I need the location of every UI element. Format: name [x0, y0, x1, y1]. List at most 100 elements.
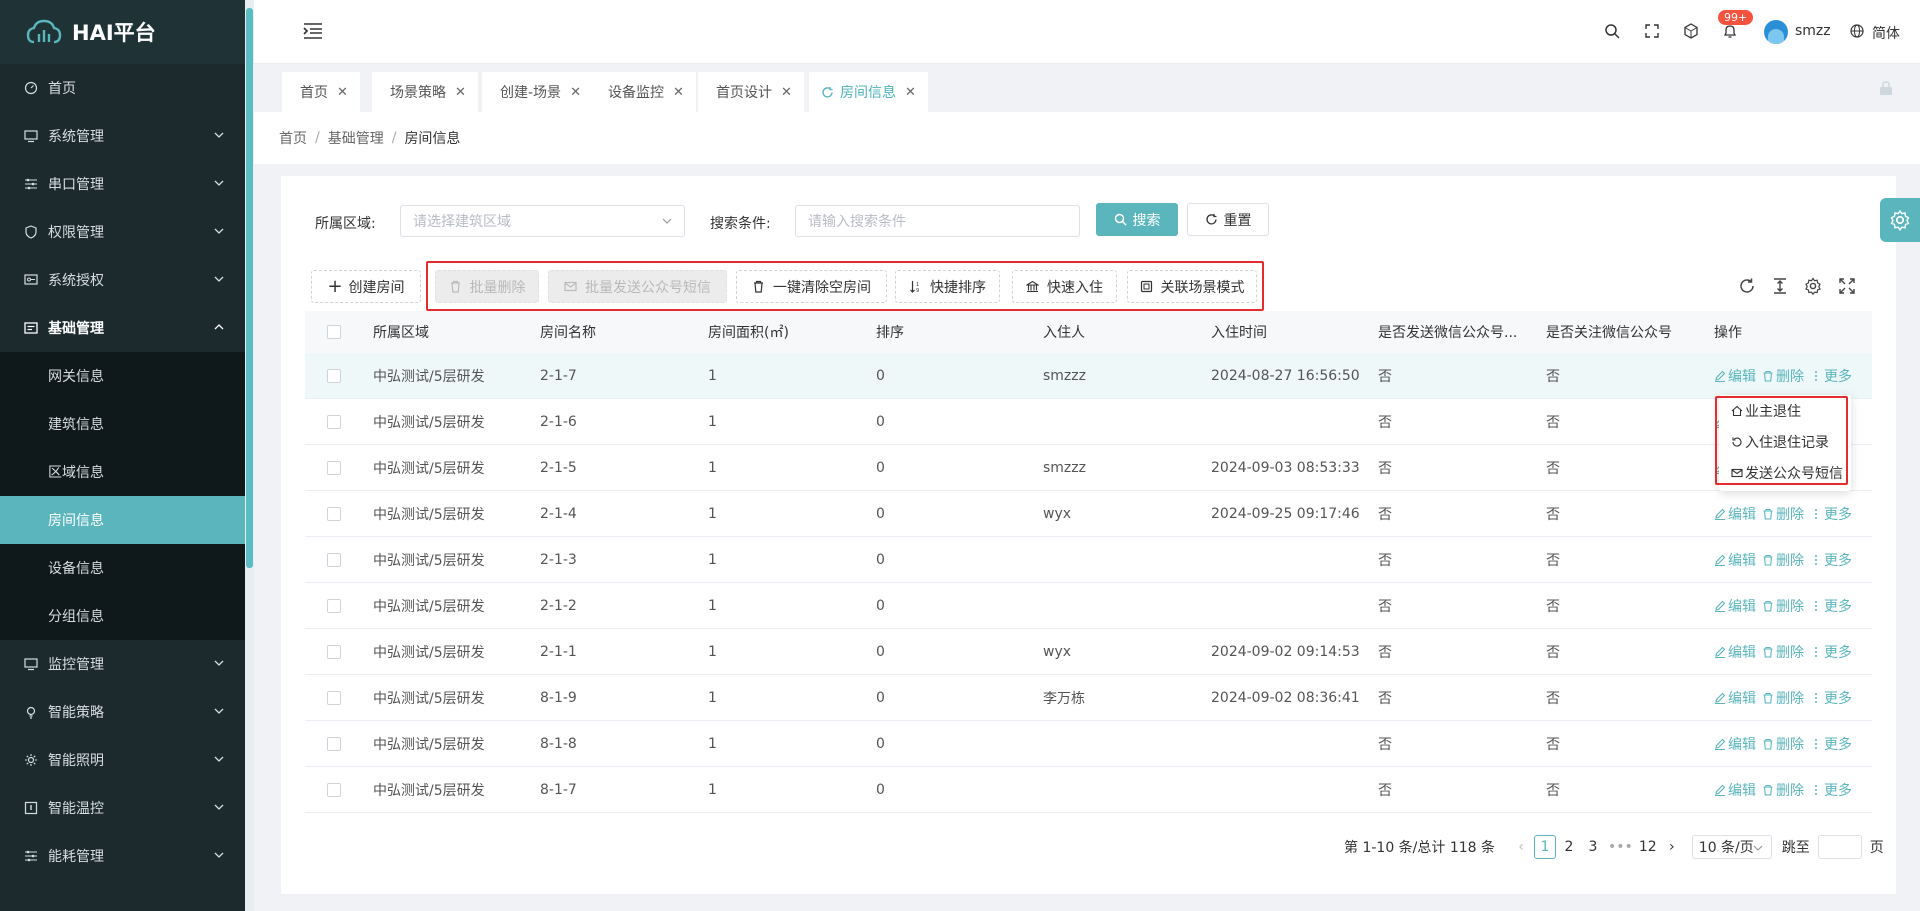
delete-link[interactable]: 删除: [1762, 550, 1804, 570]
breadcrumb-home[interactable]: 首页: [279, 128, 307, 148]
page-ellipsis[interactable]: •••: [1606, 835, 1635, 859]
table-row[interactable]: 中弘测试/5层研发2-1-610否否 编辑 删除 更多: [305, 399, 1872, 445]
table-row[interactable]: 中弘测试/5层研发 2-1-4 1 0 wyx 2024-09-25 09:17:46 否 否…: [305, 491, 1872, 537]
edit-link[interactable]: 编辑: [1714, 642, 1756, 662]
menu-toggle-icon[interactable]: [303, 22, 323, 40]
table-row[interactable]: 中弘测试/5层研发 2-1-1 1 0 wyx 2024-09-02 09:14:53 否 否…: [305, 629, 1872, 675]
sidebar-item-0[interactable]: 首页: [0, 64, 245, 112]
next-page-button[interactable]: ›: [1661, 835, 1683, 859]
tab-create-scene[interactable]: 创建-场景 ✕: [482, 72, 593, 112]
more-link[interactable]: 更多: [1810, 366, 1852, 386]
delete-link[interactable]: 删除: [1762, 688, 1804, 708]
quick-sort-button[interactable]: 19 快捷排序: [895, 270, 1000, 303]
scrollbar-thumb[interactable]: [246, 8, 253, 568]
cube-icon[interactable]: [1683, 23, 1699, 39]
table-row[interactable]: 中弘测试/5层研发 8-1-8 1 0 否 否 编辑 删除 更多: [305, 721, 1872, 767]
clear-empty-rooms-button[interactable]: 一键清除空房间: [736, 270, 887, 303]
reload-icon[interactable]: [1738, 277, 1756, 295]
quick-checkin-button[interactable]: 快速入住: [1012, 270, 1117, 303]
more-link[interactable]: 更多: [1810, 734, 1852, 754]
create-room-button[interactable]: + 创建房间: [311, 270, 421, 303]
row-checkbox[interactable]: [327, 690, 341, 705]
edit-link[interactable]: 编辑: [1714, 596, 1756, 616]
refresh-icon[interactable]: [821, 86, 834, 99]
tab-home[interactable]: 首页 ✕: [282, 72, 360, 112]
edit-link[interactable]: 编辑: [1714, 688, 1756, 708]
area-select[interactable]: 请选择建筑区域: [400, 205, 685, 237]
username[interactable]: smzz: [1795, 23, 1831, 39]
lock-icon[interactable]: [1878, 80, 1894, 96]
edit-link[interactable]: 编辑: [1714, 734, 1756, 754]
row-checkbox[interactable]: [327, 736, 341, 751]
sidebar-item-4[interactable]: 能耗管理: [0, 832, 245, 880]
delete-link[interactable]: 删除: [1762, 734, 1804, 754]
delete-link[interactable]: 删除: [1762, 504, 1804, 524]
sidebar-item-5[interactable]: 基础管理: [0, 304, 245, 352]
close-icon[interactable]: ✕: [905, 85, 916, 100]
submenu-item-5[interactable]: 分组信息: [0, 592, 245, 640]
row-checkbox[interactable]: [327, 368, 341, 383]
search-input[interactable]: 请输入搜索条件: [795, 205, 1080, 237]
close-icon[interactable]: ✕: [570, 85, 581, 100]
table-row[interactable]: 中弘测试/5层研发 8-1-9 1 0 李万栋 2024-09-02 08:36:41 否 否…: [305, 675, 1872, 721]
submenu-item-2[interactable]: 区域信息: [0, 448, 245, 496]
row-checkbox[interactable]: [327, 598, 341, 613]
tab-scene-strategy[interactable]: 场景策略 ✕: [372, 72, 478, 112]
bell-icon[interactable]: [1722, 23, 1738, 39]
submenu-item-4[interactable]: 设备信息: [0, 544, 245, 592]
row-checkbox[interactable]: [327, 782, 341, 797]
more-link[interactable]: 更多: [1810, 642, 1852, 662]
sidebar-item-2[interactable]: 智能照明: [0, 736, 245, 784]
row-checkbox[interactable]: [327, 414, 341, 429]
close-icon[interactable]: ✕: [673, 85, 684, 100]
table-row[interactable]: 中弘测试/5层研发 2-1-2 1 0 否 否 编辑 删除 更多: [305, 583, 1872, 629]
tab-device-monitor[interactable]: 设备监控 ✕: [590, 72, 696, 112]
sidebar-item-1[interactable]: 智能策略: [0, 688, 245, 736]
sidebar-item-3[interactable]: 权限管理: [0, 208, 245, 256]
close-icon[interactable]: ✕: [781, 85, 792, 100]
page-3[interactable]: 3: [1582, 835, 1604, 859]
edit-link[interactable]: 编辑: [1714, 504, 1756, 524]
page-2[interactable]: 2: [1558, 835, 1580, 859]
jump-page-input[interactable]: [1817, 835, 1862, 859]
edit-link[interactable]: 编辑: [1714, 366, 1756, 386]
row-checkbox[interactable]: [327, 644, 341, 659]
breadcrumb-basic[interactable]: 基础管理: [328, 128, 384, 148]
row-checkbox[interactable]: [327, 460, 341, 475]
page-1[interactable]: 1: [1534, 835, 1557, 859]
row-checkbox[interactable]: [327, 506, 341, 521]
globe-icon[interactable]: [1850, 24, 1864, 38]
search-button[interactable]: 搜索: [1096, 203, 1178, 236]
delete-link[interactable]: 删除: [1762, 366, 1804, 386]
sidebar-item-1[interactable]: 系统管理: [0, 112, 245, 160]
theme-settings-button[interactable]: [1880, 198, 1920, 242]
close-icon[interactable]: ✕: [337, 85, 348, 100]
submenu-item-3[interactable]: 房间信息: [0, 496, 245, 544]
more-link[interactable]: 更多: [1810, 596, 1852, 616]
link-scene-button[interactable]: 关联场景模式: [1127, 270, 1257, 303]
tab-home-design[interactable]: 首页设计 ✕: [698, 72, 804, 112]
table-row[interactable]: 中弘测试/5层研发 2-1-5 1 0 smzzz 2024-09-03 08:53:33…: [305, 445, 1872, 491]
table-row[interactable]: 中弘测试/5层研发 2-1-7 1 0 smzzz 2024-08-27 16:56:50…: [305, 353, 1872, 399]
sidebar-item-4[interactable]: 系统授权: [0, 256, 245, 304]
more-link[interactable]: 更多: [1810, 550, 1852, 570]
delete-link[interactable]: 删除: [1762, 642, 1804, 662]
submenu-item-0[interactable]: 网关信息: [0, 352, 245, 400]
column-height-icon[interactable]: [1771, 277, 1789, 295]
expand-icon[interactable]: [1838, 277, 1856, 295]
tab-room-info[interactable]: 房间信息 ✕: [809, 72, 928, 112]
gear-icon[interactable]: [1804, 277, 1822, 295]
prev-page-button[interactable]: ‹: [1510, 835, 1532, 859]
page-size-select[interactable]: 10 条/页: [1691, 835, 1772, 859]
page-12[interactable]: 12: [1637, 835, 1659, 859]
search-icon[interactable]: [1604, 23, 1620, 39]
sidebar-item-2[interactable]: 串口管理: [0, 160, 245, 208]
close-icon[interactable]: ✕: [455, 85, 466, 100]
select-all-checkbox[interactable]: [327, 325, 341, 339]
delete-link[interactable]: 删除: [1762, 780, 1804, 800]
edit-link[interactable]: 编辑: [1714, 550, 1756, 570]
batch-delete-button[interactable]: 批量删除: [435, 270, 539, 303]
row-checkbox[interactable]: [327, 552, 341, 567]
submenu-item-1[interactable]: 建筑信息: [0, 400, 245, 448]
sidebar-item-0[interactable]: 监控管理: [0, 640, 245, 688]
